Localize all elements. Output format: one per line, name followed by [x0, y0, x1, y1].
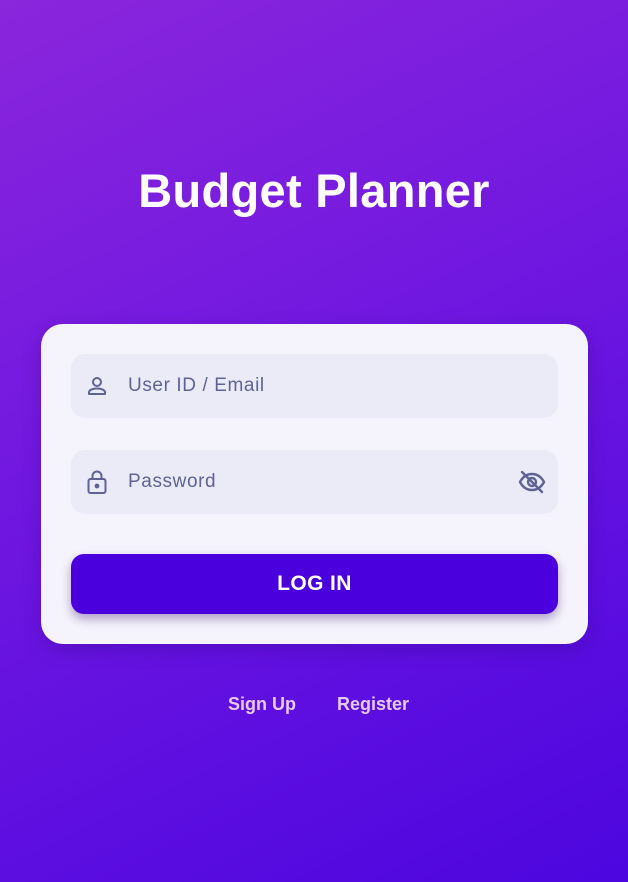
- sign-up-link[interactable]: Sign Up: [228, 694, 296, 715]
- lock-icon: [84, 469, 110, 495]
- password-input[interactable]: [126, 461, 516, 503]
- login-screen: Budget Planner User ID / Email LOG IN Si…: [0, 0, 628, 882]
- user-id-field[interactable]: [71, 354, 558, 418]
- login-card: LOG IN: [41, 324, 588, 644]
- login-button[interactable]: LOG IN: [71, 554, 558, 614]
- register-link[interactable]: Register: [337, 694, 409, 715]
- app-title: Budget Planner: [138, 164, 490, 217]
- eye-off-icon[interactable]: [516, 466, 548, 498]
- auth-links: Sign Up Register: [0, 694, 628, 718]
- user-id-input[interactable]: [126, 365, 558, 407]
- person-icon: [84, 373, 110, 399]
- password-field[interactable]: [71, 450, 558, 514]
